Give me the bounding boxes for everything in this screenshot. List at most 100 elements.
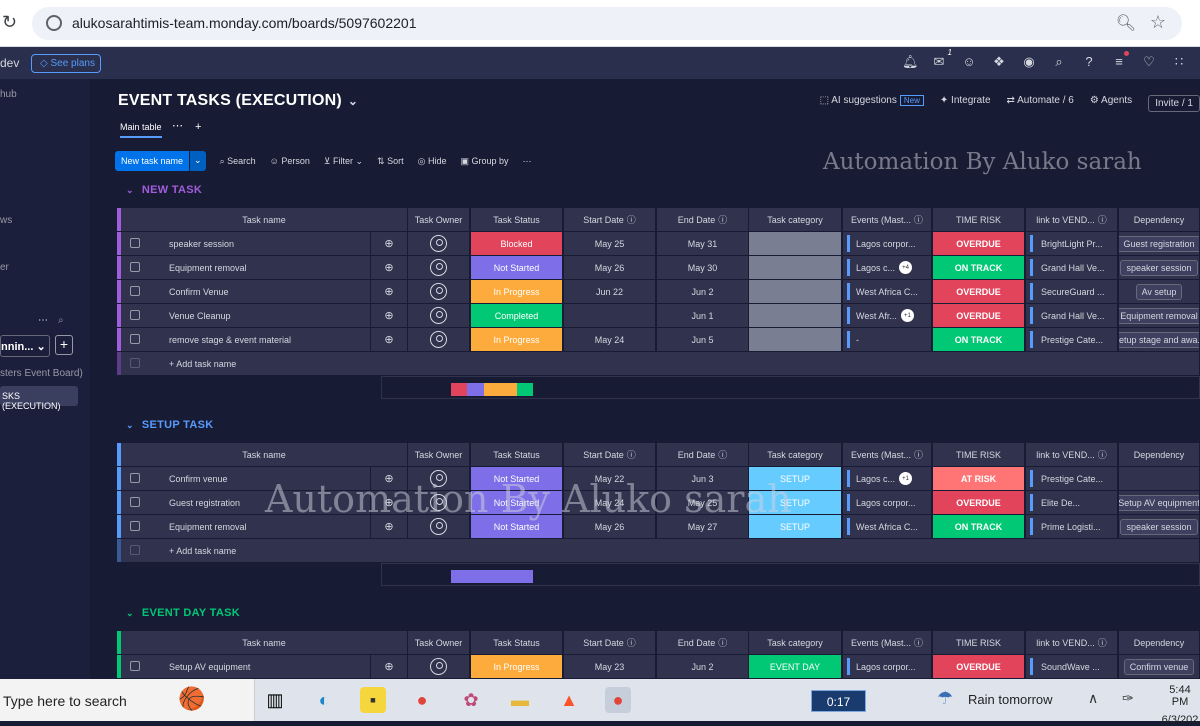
ai-suggestions-button[interactable]: ⬚ AI suggestions New — [820, 95, 924, 112]
time-risk-label[interactable]: AT RISK — [933, 467, 1024, 490]
column-header[interactable]: Start Date ⓘ — [564, 208, 656, 231]
column-header[interactable]: Task category — [749, 631, 842, 654]
add-task-cell[interactable]: + Add task name — [121, 352, 1200, 375]
zoom-icon[interactable]: 🔍︎ — [1116, 13, 1136, 33]
event-link[interactable]: West Africa C... — [856, 522, 918, 532]
sidebar-search-icon[interactable]: ⌕ — [58, 315, 64, 326]
row-checkbox[interactable] — [130, 521, 140, 531]
time-risk-label[interactable]: OVERDUE — [933, 232, 1024, 255]
column-header[interactable]: Task name — [121, 631, 408, 654]
task-name[interactable]: Confirm venue — [169, 474, 228, 484]
event-link[interactable]: - — [856, 335, 859, 345]
board-title-wrap[interactable]: EVENT TASKS (EXECUTION) ⌄ — [118, 92, 358, 110]
risk-cell[interactable]: OVERDUE — [933, 232, 1025, 255]
tab-options-icon[interactable]: ⋯ — [172, 119, 183, 132]
convo-cell[interactable]: ⊕ — [371, 328, 408, 351]
tray-chevron-icon[interactable]: ∧ — [1088, 690, 1098, 707]
column-header[interactable]: link to VEND... ⓘ — [1026, 443, 1118, 466]
column-header[interactable]: Task Owner — [408, 631, 470, 654]
event-cell[interactable]: - — [843, 328, 932, 351]
convo-cell[interactable]: ⊕ — [371, 256, 408, 279]
new-task-button[interactable]: New task name ⌄ — [115, 151, 206, 171]
group-header[interactable]: ⌄ NEW TASK — [126, 184, 202, 196]
task-name[interactable]: remove stage & event material — [169, 335, 291, 345]
column-header[interactable]: link to VEND... ⓘ — [1026, 208, 1118, 231]
dep-cell[interactable]: speaker session — [1119, 515, 1200, 538]
status-label[interactable]: In Progress — [471, 280, 562, 303]
info-icon[interactable]: ⓘ — [914, 448, 923, 461]
sidebar-fragment-er[interactable]: er — [0, 262, 9, 273]
status-cell[interactable]: In Progress — [471, 280, 563, 303]
heart-icon[interactable]: ♡ — [1142, 54, 1156, 70]
row-checkbox[interactable] — [130, 238, 140, 248]
group-title[interactable]: EVENT DAY TASK — [142, 607, 240, 619]
dep-cell[interactable]: Setup AV equipment — [1119, 491, 1200, 514]
column-header[interactable]: Task Owner — [408, 208, 470, 231]
filter-button[interactable]: ⊻ Filter ⌄ — [324, 156, 363, 167]
help-icon[interactable]: ? — [1082, 54, 1096, 70]
category-cell[interactable]: EVENT DAY — [749, 655, 842, 678]
owner-cell[interactable] — [408, 280, 470, 303]
brave-icon[interactable]: ▲ — [556, 687, 582, 713]
chrome-icon[interactable]: ● — [409, 687, 435, 713]
category-cell[interactable] — [749, 280, 842, 303]
start-cell[interactable]: May 23 — [564, 655, 656, 678]
row-checkbox[interactable] — [130, 661, 140, 671]
more-links-badge[interactable]: +1 — [899, 472, 913, 485]
end-date[interactable]: Jun 5 — [691, 335, 713, 345]
person-avatar-icon[interactable] — [430, 259, 447, 276]
recording-timer[interactable]: 0:17 — [811, 690, 866, 712]
name-cell[interactable]: remove stage & event material — [121, 328, 371, 351]
chevron-down-icon[interactable]: ⌄ — [126, 608, 134, 618]
address-bar[interactable]: alukosarahtimis-team.monday.com/boards/5… — [32, 7, 1182, 40]
start-cell[interactable]: Jun 22 — [564, 280, 656, 303]
view-icon[interactable]: ◉ — [1022, 54, 1036, 70]
end-date[interactable]: Jun 2 — [691, 287, 713, 297]
event-cell[interactable]: West Afr... +1 — [843, 304, 932, 327]
info-icon[interactable]: ⓘ — [627, 448, 636, 461]
vendor-cell[interactable]: Prestige Cate... — [1026, 467, 1118, 490]
info-icon[interactable]: ⓘ — [1098, 213, 1107, 226]
invite-members-icon[interactable]: ☺ — [962, 54, 976, 70]
risk-cell[interactable]: OVERDUE — [933, 655, 1025, 678]
group-title[interactable]: NEW TASK — [142, 184, 202, 196]
dep-cell[interactable]: Guest registration — [1119, 232, 1200, 255]
vendor-cell[interactable]: Prestige Cate... — [1026, 328, 1118, 351]
column-header[interactable]: Task name — [121, 443, 408, 466]
inbox-icon[interactable]: ✉ 1 — [932, 48, 952, 70]
add-update-icon[interactable]: ⊕ — [384, 660, 393, 673]
time-risk-label[interactable]: OVERDUE — [933, 280, 1024, 303]
status-battery[interactable] — [451, 383, 534, 396]
vendor-cell[interactable]: SoundWave ... — [1026, 655, 1118, 678]
column-header[interactable]: TIME RISK — [933, 208, 1025, 231]
add-update-icon[interactable]: ⊕ — [384, 261, 393, 274]
group-by-button[interactable]: ▣ Group by — [460, 156, 508, 167]
category-label[interactable]: EVENT DAY — [749, 655, 841, 678]
event-link[interactable]: West Africa C... — [856, 287, 918, 297]
start-date[interactable]: May 25 — [595, 239, 625, 249]
add-task-cell[interactable]: + Add task name — [121, 539, 1200, 562]
dependency-chip[interactable]: Equipment removal — [1119, 307, 1199, 324]
file-explorer-icon[interactable]: ▬ — [507, 687, 533, 713]
group-header[interactable]: ⌄ SETUP TASK — [126, 419, 214, 431]
search-button[interactable]: ⌕ Search — [220, 156, 256, 167]
end-cell[interactable]: Jun 1 — [657, 304, 749, 327]
group-header[interactable]: ⌄ EVENT DAY TASK — [126, 607, 240, 619]
event-cell[interactable]: Lagos corpor... — [843, 491, 932, 514]
column-header[interactable]: Task name — [121, 208, 408, 231]
owner-cell[interactable] — [408, 304, 470, 327]
start-cell[interactable]: May 26 — [564, 256, 656, 279]
dependency-chip[interactable]: Confirm venue — [1123, 658, 1195, 675]
pen-icon[interactable]: ✑ — [1122, 690, 1134, 707]
add-update-icon[interactable]: ⊕ — [384, 309, 393, 322]
dep-cell[interactable]: Av setup — [1119, 280, 1200, 303]
status-label[interactable]: Not Started — [471, 256, 562, 279]
more-links-badge[interactable]: +1 — [900, 309, 914, 322]
column-header[interactable]: Start Date ⓘ — [564, 443, 656, 466]
risk-cell[interactable]: OVERDUE — [933, 491, 1025, 514]
column-header[interactable]: Dependency — [1119, 443, 1200, 466]
weather-text[interactable]: Rain tomorrow — [968, 692, 1053, 707]
event-cell[interactable]: Lagos c... +1 — [843, 467, 932, 490]
event-cell[interactable]: West Africa C... — [843, 280, 932, 303]
name-cell[interactable]: Confirm Venue — [121, 280, 371, 303]
